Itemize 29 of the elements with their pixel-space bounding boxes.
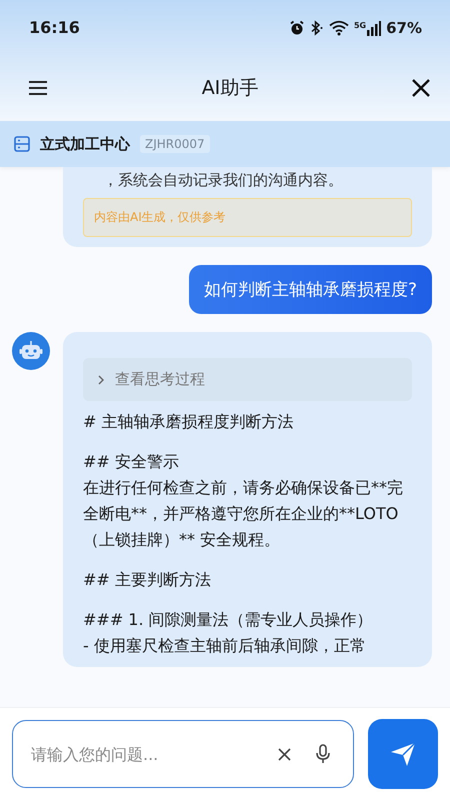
message-text: ## 安全警示: [83, 451, 180, 473]
send-icon: [389, 740, 417, 768]
send-button[interactable]: [368, 719, 438, 789]
message-text: ## 主要判断方法: [83, 569, 212, 591]
device-icon: [14, 136, 30, 152]
signal-icon: [367, 20, 382, 36]
battery-level: 67%: [386, 18, 422, 36]
page-title: AI助手: [202, 76, 258, 101]
status-time: 16:16: [29, 18, 80, 37]
wifi-icon: [328, 20, 349, 36]
message-text: ### 1. 间隙测量法（需专业人员操作）: [83, 609, 374, 631]
user-message: 如何判断主轴轴承磨损程度?: [188, 265, 432, 314]
alarm-icon: [288, 20, 305, 36]
question-input-field[interactable]: 请输入您的问题...: [29, 744, 254, 764]
microphone-icon[interactable]: [315, 744, 331, 764]
ai-disclaimer-notice: 内容由AI生成，仅供参考: [83, 198, 412, 237]
bluetooth-icon: [310, 20, 324, 36]
clear-icon[interactable]: [278, 748, 291, 760]
chevron-icon: [97, 374, 105, 384]
close-icon: [412, 79, 430, 97]
message-text: # 主轴轴承磨损程度判断方法: [83, 411, 294, 433]
view-thinking-toggle[interactable]: 查看思考过程: [83, 358, 412, 401]
network-type: 5G: [354, 20, 366, 30]
message-text: 在进行任何检查之前，请务必确保设备已**完全断电**，并严格遵守您所在企业的**LOTO（上锁挂牌）** 安全规程。: [83, 477, 404, 551]
device-code-tag: ZJHR0007: [140, 135, 210, 153]
message-text: - 使用塞尺检查主轴前后轴承间隙，正常: [83, 635, 367, 657]
menu-icon: [28, 80, 48, 96]
message-text: ，系统会自动记录我们的沟通内容。: [102, 171, 344, 190]
device-name: 立式加工中心: [40, 134, 130, 154]
